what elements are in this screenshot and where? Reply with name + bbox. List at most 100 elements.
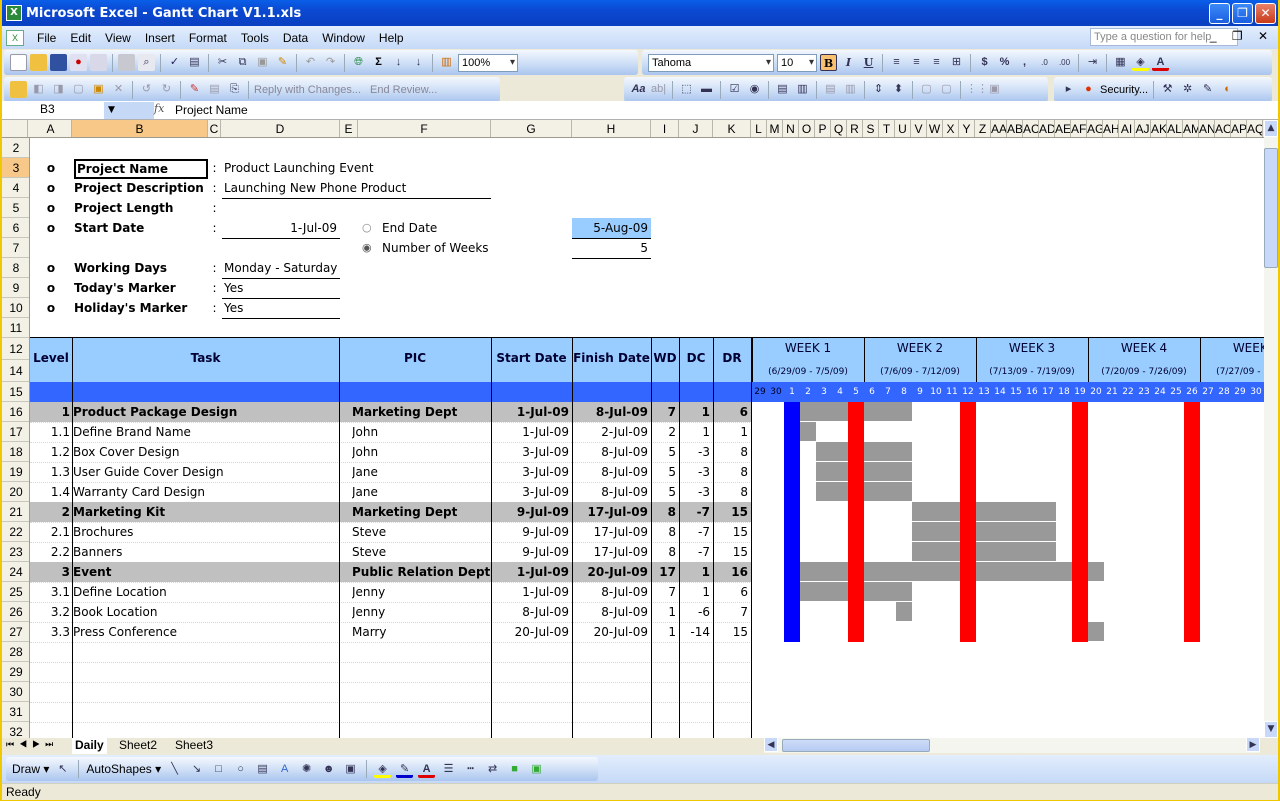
dash-style-icon[interactable]: ┅ xyxy=(462,761,479,778)
cell-pic[interactable]: Jenny xyxy=(352,602,491,622)
edit-box-icon[interactable]: ab| xyxy=(650,81,667,98)
menu-help[interactable]: Help xyxy=(372,31,411,45)
cell-dr[interactable]: 15 xyxy=(713,542,750,562)
run-macro-icon[interactable]: ▸ xyxy=(1060,81,1077,98)
cell-start[interactable]: 3-Jul-09 xyxy=(491,482,571,502)
fill-color-icon[interactable]: ◈ xyxy=(1132,54,1149,71)
column-header-i[interactable]: I xyxy=(651,120,679,137)
close-button[interactable]: ✕ xyxy=(1255,3,1276,24)
row-header-5[interactable]: 5 xyxy=(2,198,29,218)
sort-ascending-icon[interactable]: ↓ xyxy=(390,54,407,71)
undo-icon[interactable]: ↶ xyxy=(302,54,319,71)
scroll-right-button[interactable]: ▶ xyxy=(1246,737,1260,752)
cell-wd[interactable]: 5 xyxy=(651,442,678,462)
save-copy-icon[interactable]: ▤ xyxy=(206,81,223,98)
align-center-icon[interactable]: ≡ xyxy=(908,54,925,71)
cell-dr[interactable]: 8 xyxy=(713,442,750,462)
column-header-w[interactable]: W xyxy=(927,120,943,137)
reject-icon[interactable]: ↻ xyxy=(158,81,175,98)
attachment-icon[interactable]: ⎘ xyxy=(226,81,243,98)
show-comment-icon[interactable]: ▢ xyxy=(70,81,87,98)
column-header-an[interactable]: AN xyxy=(1199,120,1215,137)
column-header-a[interactable]: A xyxy=(30,120,72,137)
column-header-m[interactable]: M xyxy=(767,120,783,137)
row-header-22[interactable]: 22 xyxy=(2,522,29,542)
menu-edit[interactable]: Edit xyxy=(63,31,98,45)
menu-format[interactable]: Format xyxy=(182,31,234,45)
column-header-v[interactable]: V xyxy=(911,120,927,137)
font-size-select[interactable]: 10 xyxy=(777,53,817,72)
previous-comment-icon[interactable]: ◧ xyxy=(30,81,47,98)
cell-finish[interactable]: 8-Jul-09 xyxy=(572,602,650,622)
row-header-18[interactable]: 18 xyxy=(2,442,29,462)
column-header-x[interactable]: X xyxy=(943,120,959,137)
row-header-19[interactable]: 19 xyxy=(2,462,29,482)
rectangle-icon[interactable]: □ xyxy=(210,761,227,778)
column-header-o[interactable]: O xyxy=(799,120,815,137)
row-header-6[interactable]: 6 xyxy=(2,218,29,238)
cell-wd[interactable]: 17 xyxy=(651,562,678,582)
zoom-select[interactable]: 100% xyxy=(458,53,518,72)
cell-start[interactable]: 3-Jul-09 xyxy=(491,442,571,462)
row-header-23[interactable]: 23 xyxy=(2,542,29,562)
column-header-t[interactable]: T xyxy=(879,120,895,137)
draw-menu-button[interactable]: Draw ▾ xyxy=(12,762,49,776)
scroll-left-button[interactable]: ◀ xyxy=(764,737,778,752)
cell-level[interactable]: 3 xyxy=(30,562,72,582)
row-header-8[interactable]: 8 xyxy=(2,258,29,278)
cell-task[interactable]: User Guide Cover Design xyxy=(73,462,339,482)
email-icon[interactable] xyxy=(90,54,107,71)
cell-dr[interactable]: 15 xyxy=(713,622,750,642)
clip-art-icon[interactable]: ☻ xyxy=(320,761,337,778)
line-color-icon[interactable]: ✎ xyxy=(396,761,414,778)
cell-pic[interactable]: Jenny xyxy=(352,582,491,602)
format-painter-icon[interactable]: ✎ xyxy=(274,54,291,71)
edit-code-icon[interactable]: ▢ xyxy=(938,81,955,98)
column-header-f[interactable]: F xyxy=(358,120,491,137)
column-header-al[interactable]: AL xyxy=(1167,120,1183,137)
column-header-ad[interactable]: AD xyxy=(1039,120,1055,137)
sheet-nav-buttons[interactable]: ⏮◀▶⏭ xyxy=(6,739,58,750)
align-right-icon[interactable]: ≡ xyxy=(928,54,945,71)
spelling-icon[interactable]: ✓ xyxy=(166,54,183,71)
menu-insert[interactable]: Insert xyxy=(138,31,182,45)
scroll-bar-icon[interactable]: ⇕ xyxy=(870,81,887,98)
sort-descending-icon[interactable]: ↓ xyxy=(410,54,427,71)
cell-task[interactable]: Marketing Kit xyxy=(73,502,339,522)
record-macro-icon[interactable]: ● xyxy=(1080,81,1097,98)
draw-font-color-icon[interactable]: A xyxy=(418,761,436,778)
cell-level[interactable]: 2 xyxy=(30,502,72,522)
checkbox-icon[interactable]: ☑ xyxy=(726,81,743,98)
cell-finish[interactable]: 17-Jul-09 xyxy=(572,522,650,542)
group-box-icon[interactable]: ⬚ xyxy=(678,81,695,98)
cell-start[interactable]: 9-Jul-09 xyxy=(491,502,571,522)
select-objects-icon[interactable]: ↖ xyxy=(54,761,71,778)
restore-button[interactable]: ❐ xyxy=(1232,3,1253,24)
cell-pic[interactable]: Steve xyxy=(352,542,491,562)
column-header-aq[interactable]: AQ xyxy=(1247,120,1263,137)
cell-level[interactable]: 1 xyxy=(30,402,72,422)
cell-pic[interactable]: Marketing Dept xyxy=(352,502,491,522)
column-header-n[interactable]: N xyxy=(783,120,799,137)
cell-task[interactable]: Define Brand Name xyxy=(73,422,339,442)
end-review-button[interactable]: End Review... xyxy=(370,84,437,96)
select-all-corner[interactable] xyxy=(2,120,28,137)
name-box-dropdown-icon[interactable]: ▼ xyxy=(104,102,154,119)
cell-wd[interactable]: 7 xyxy=(651,402,678,422)
menu-data[interactable]: Data xyxy=(276,31,315,45)
scroll-up-button[interactable]: ▲ xyxy=(1264,120,1278,137)
cell-finish[interactable]: 8-Jul-09 xyxy=(572,582,650,602)
autosum-icon[interactable]: Σ xyxy=(370,54,387,71)
column-header-ai[interactable]: AI xyxy=(1119,120,1135,137)
row-header-26[interactable]: 26 xyxy=(2,602,29,622)
column-header-h[interactable]: H xyxy=(572,120,651,137)
row-header-31[interactable]: 31 xyxy=(2,702,29,722)
cell-task[interactable]: Box Cover Design xyxy=(73,442,339,462)
column-header-r[interactable]: R xyxy=(847,120,863,137)
cell-dc[interactable]: -7 xyxy=(679,502,712,522)
column-header-ab[interactable]: AB xyxy=(1007,120,1023,137)
tab-daily[interactable]: Daily xyxy=(72,738,107,754)
show-all-comments-icon[interactable]: ▣ xyxy=(90,81,107,98)
cell-pic[interactable]: Jane xyxy=(352,482,491,502)
minimize-button[interactable]: _ xyxy=(1209,3,1230,24)
